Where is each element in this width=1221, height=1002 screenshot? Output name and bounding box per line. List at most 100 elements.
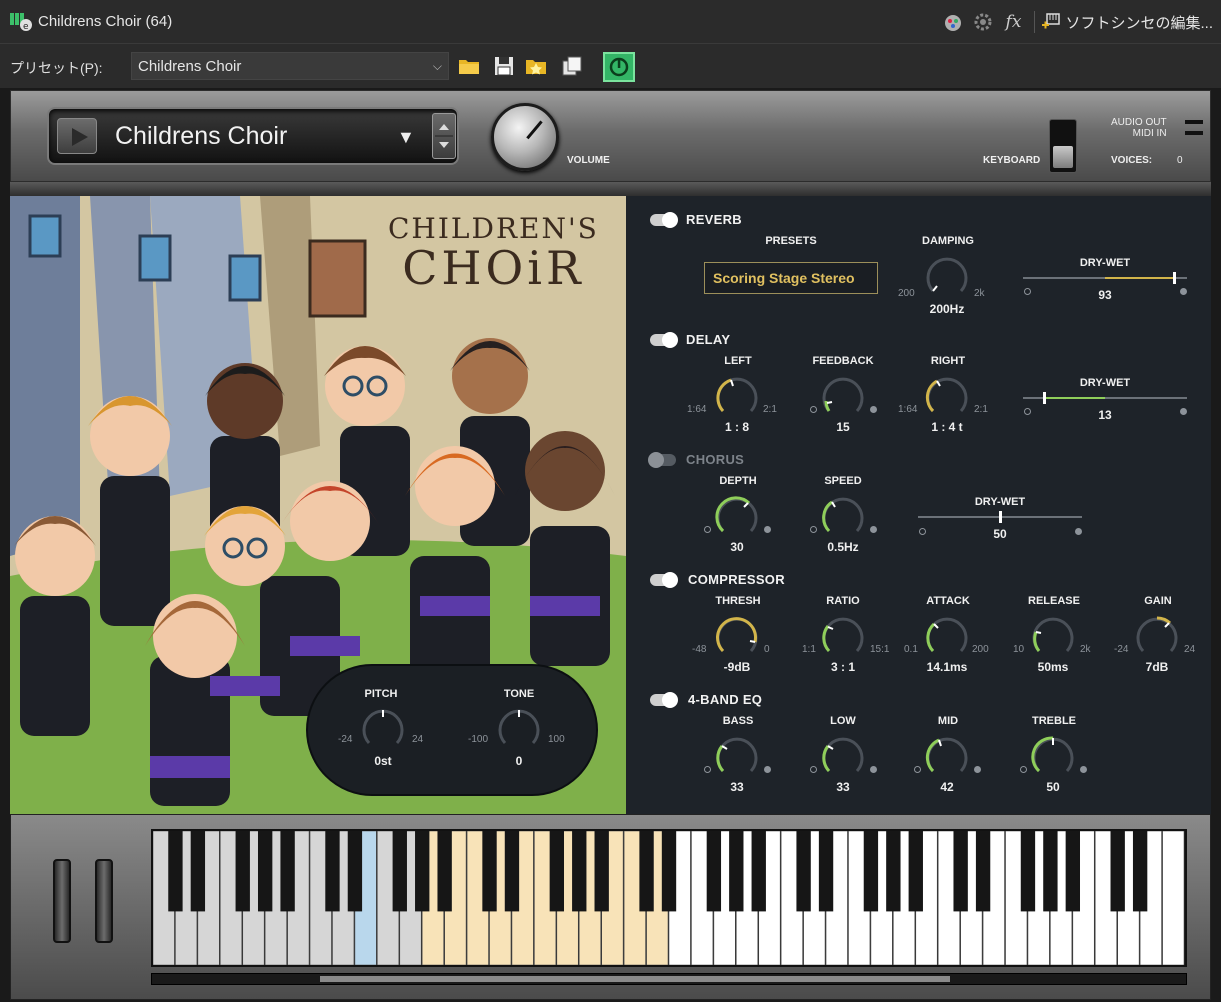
bass-knob[interactable]	[714, 734, 760, 780]
black-key[interactable]	[572, 831, 587, 912]
power-button[interactable]	[603, 52, 635, 82]
pitch-knob[interactable]	[360, 706, 406, 752]
gain-knob[interactable]	[1134, 614, 1180, 660]
black-key[interactable]	[886, 831, 901, 912]
chorus-depth-knob[interactable]	[714, 494, 760, 540]
black-key[interactable]	[325, 831, 340, 912]
black-key[interactable]	[437, 831, 452, 912]
ratio-value: 3 : 1	[830, 660, 855, 674]
black-key[interactable]	[1132, 831, 1148, 912]
edit-synth-button[interactable]: ソフトシンセの編集...	[1041, 12, 1221, 33]
chorus-toggle[interactable]	[648, 452, 676, 468]
release-knob[interactable]	[1030, 614, 1076, 660]
preset-dropdown[interactable]: Childrens Choir ⌵	[131, 52, 449, 80]
black-key[interactable]	[594, 831, 609, 912]
volume-knob[interactable]	[491, 103, 559, 171]
synth-edit-icon	[1042, 13, 1061, 29]
copy-icon[interactable]	[560, 54, 584, 78]
delay-left-label: LEFT	[724, 355, 752, 367]
gear-icon[interactable]	[968, 7, 998, 37]
black-key[interactable]	[639, 831, 654, 912]
voices-label: VOICES:	[1111, 155, 1153, 166]
black-key[interactable]	[549, 831, 565, 912]
delay-drywet-slider[interactable]	[1023, 392, 1187, 404]
reverb-toggle[interactable]	[650, 212, 678, 228]
chorus-speed-knob[interactable]	[820, 494, 866, 540]
compressor-toggle[interactable]	[650, 572, 678, 588]
black-key[interactable]	[347, 831, 363, 912]
black-key[interactable]	[729, 831, 744, 912]
dropdown-arrow-icon[interactable]: ▼	[397, 127, 415, 148]
ratio-knob[interactable]	[820, 614, 866, 660]
eq-toggle[interactable]	[650, 692, 678, 708]
black-key[interactable]	[706, 831, 722, 912]
chevron-down-icon: ⌵	[432, 59, 442, 73]
black-key[interactable]	[863, 831, 879, 912]
plugin-header: Childrens Choir ▼ VOLUME KEYBOARD AUDIO …	[10, 90, 1211, 182]
artwork-panel: CHILDREN'S CHOiR PITCH -24 24 0st TONE -…	[10, 196, 626, 814]
black-key[interactable]	[257, 831, 273, 912]
reverb-presets-label: PRESETS	[765, 235, 817, 247]
black-key[interactable]	[190, 831, 206, 912]
delay-toggle[interactable]	[650, 332, 678, 348]
delay-right-knob[interactable]	[924, 374, 970, 420]
keyboard-toggle[interactable]	[1049, 119, 1077, 173]
keyboard-label: KEYBOARD	[983, 155, 1041, 166]
white-key[interactable]	[1162, 831, 1185, 965]
black-key[interactable]	[504, 831, 520, 912]
pitch-wheel[interactable]	[53, 859, 71, 943]
thresh-knob[interactable]	[714, 614, 760, 660]
black-key[interactable]	[751, 831, 766, 912]
delay-feedback-knob[interactable]	[820, 374, 866, 420]
damping-max: 2k	[974, 288, 985, 299]
reverb-preset-dropdown[interactable]: Scoring Stage Stereo	[704, 262, 878, 294]
release-value: 50ms	[1037, 660, 1069, 674]
keyboard-scroll-thumb[interactable]	[320, 976, 950, 982]
reverb-drywet-slider[interactable]	[1023, 272, 1187, 284]
black-key[interactable]	[953, 831, 968, 912]
attack-knob[interactable]	[924, 614, 970, 660]
tone-label: TONE	[503, 688, 535, 700]
black-key[interactable]	[392, 831, 407, 912]
black-key[interactable]	[168, 831, 183, 912]
delay-left-knob[interactable]	[714, 374, 760, 420]
tone-knob[interactable]	[496, 706, 542, 752]
fx-icon[interactable]: fx	[998, 7, 1028, 37]
piano-keyboard[interactable]	[151, 829, 1187, 967]
mixer-icon[interactable]	[938, 7, 968, 37]
low-knob[interactable]	[820, 734, 866, 780]
black-key[interactable]	[661, 831, 677, 912]
keyboard-scrollbar[interactable]	[151, 973, 1187, 985]
reverb-label: REVERB	[686, 212, 742, 227]
black-key[interactable]	[796, 831, 811, 912]
treble-knob[interactable]	[1030, 734, 1076, 780]
save-icon[interactable]	[492, 54, 516, 78]
folder-star-icon[interactable]	[524, 54, 548, 78]
low-label: LOW	[830, 715, 856, 727]
instrument-selector[interactable]: Childrens Choir ▼	[47, 107, 459, 165]
pitch-value: 0st	[374, 754, 392, 768]
pitch-tone-panel: PITCH -24 24 0st TONE -100 100 0	[306, 664, 598, 796]
black-key[interactable]	[1043, 831, 1058, 912]
black-key[interactable]	[975, 831, 991, 912]
black-key[interactable]	[1110, 831, 1125, 912]
instrument-spinner[interactable]	[432, 113, 456, 159]
black-key[interactable]	[482, 831, 497, 912]
black-key[interactable]	[818, 831, 834, 912]
release-min: 10	[1013, 644, 1025, 655]
damping-knob[interactable]	[924, 254, 970, 300]
mod-wheel[interactable]	[95, 859, 113, 943]
play-button[interactable]	[57, 118, 97, 154]
black-key[interactable]	[235, 831, 250, 912]
mid-knob[interactable]	[924, 734, 970, 780]
black-key[interactable]	[1020, 831, 1036, 912]
black-key[interactable]	[280, 831, 295, 912]
midi-in-led	[1185, 131, 1203, 135]
chorus-drywet-slider[interactable]	[918, 511, 1082, 523]
chorus-dry-dot	[919, 528, 926, 535]
edit-synth-label: ソフトシンセの編集...	[1065, 14, 1213, 32]
black-key[interactable]	[908, 831, 923, 912]
folder-icon[interactable]	[457, 54, 481, 78]
black-key[interactable]	[415, 831, 430, 912]
black-key[interactable]	[1065, 831, 1081, 912]
